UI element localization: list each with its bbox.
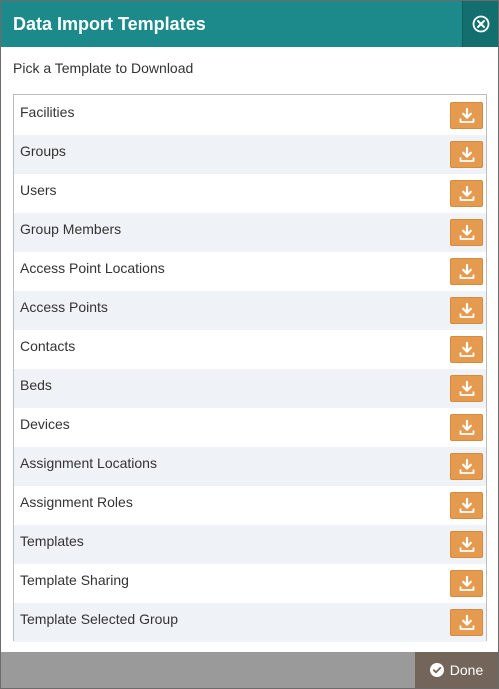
- template-label: Beds: [20, 377, 52, 393]
- close-button[interactable]: [462, 1, 498, 47]
- dialog-title: Data Import Templates: [13, 14, 206, 34]
- download-tray-icon: [458, 458, 476, 476]
- download-tray-icon: [458, 419, 476, 437]
- dialog-subtitle: Pick a Template to Download: [13, 60, 194, 76]
- check-circle-icon: [429, 663, 444, 677]
- template-row: Contacts: [14, 330, 486, 369]
- done-label: Done: [449, 662, 484, 678]
- template-label: Contacts: [20, 338, 76, 354]
- template-row: Beds: [14, 369, 486, 408]
- download-template-button[interactable]: [450, 258, 483, 285]
- download-tray-icon: [458, 380, 476, 398]
- download-template-button[interactable]: [450, 570, 483, 597]
- template-row: Access Points: [14, 291, 486, 330]
- download-template-button[interactable]: [450, 609, 483, 636]
- template-label: Facilities: [20, 104, 75, 120]
- template-label: Devices: [20, 416, 70, 432]
- template-row: Devices: [14, 408, 486, 447]
- data-import-templates-dialog: Data Import Templates Pick a Template to…: [0, 0, 499, 689]
- download-tray-icon: [458, 263, 476, 281]
- download-tray-icon: [458, 107, 476, 125]
- download-template-button[interactable]: [450, 375, 483, 402]
- template-row: Template Sharing: [14, 564, 486, 603]
- download-tray-icon: [458, 302, 476, 320]
- download-tray-icon: [458, 146, 476, 164]
- template-label: Groups: [20, 143, 66, 159]
- download-tray-icon: [458, 185, 476, 203]
- template-row: Groups: [14, 135, 486, 174]
- download-template-button[interactable]: [450, 297, 483, 324]
- template-label: Template Sharing: [20, 572, 129, 588]
- done-button[interactable]: Done: [415, 652, 498, 688]
- download-tray-icon: [458, 224, 476, 242]
- template-row: Template Selected Group: [14, 603, 486, 642]
- download-template-button[interactable]: [450, 336, 483, 363]
- dialog-header: Data Import Templates: [1, 1, 498, 47]
- dialog-footer: Done: [1, 652, 498, 688]
- close-circle-icon: [472, 15, 490, 33]
- download-tray-icon: [458, 614, 476, 632]
- download-template-button[interactable]: [450, 219, 483, 246]
- download-tray-icon: [458, 497, 476, 515]
- template-label: Access Points: [20, 299, 108, 315]
- template-row: Users: [14, 174, 486, 213]
- template-row: Facilities: [14, 96, 486, 135]
- template-row: Assignment Locations: [14, 447, 486, 486]
- template-row: Templates: [14, 525, 486, 564]
- template-label: Assignment Locations: [20, 455, 157, 471]
- template-label: Access Point Locations: [20, 260, 165, 276]
- template-list: Facilities Groups Users Group Members Access…: [13, 94, 487, 642]
- download-template-button[interactable]: [450, 414, 483, 441]
- download-template-button[interactable]: [450, 492, 483, 519]
- template-label: Group Members: [20, 221, 122, 237]
- template-label: Assignment Roles: [20, 494, 133, 510]
- download-template-button[interactable]: [450, 102, 483, 129]
- template-row: Assignment Roles: [14, 486, 486, 525]
- template-label: Users: [20, 182, 57, 198]
- template-label: Template Selected Group: [20, 611, 178, 627]
- download-template-button[interactable]: [450, 453, 483, 480]
- download-template-button[interactable]: [450, 531, 483, 558]
- download-tray-icon: [458, 341, 476, 359]
- download-tray-icon: [458, 536, 476, 554]
- template-row: Group Members: [14, 213, 486, 252]
- template-label: Templates: [20, 533, 84, 549]
- download-tray-icon: [458, 575, 476, 593]
- template-row: Access Point Locations: [14, 252, 486, 291]
- download-template-button[interactable]: [450, 180, 483, 207]
- download-template-button[interactable]: [450, 141, 483, 168]
